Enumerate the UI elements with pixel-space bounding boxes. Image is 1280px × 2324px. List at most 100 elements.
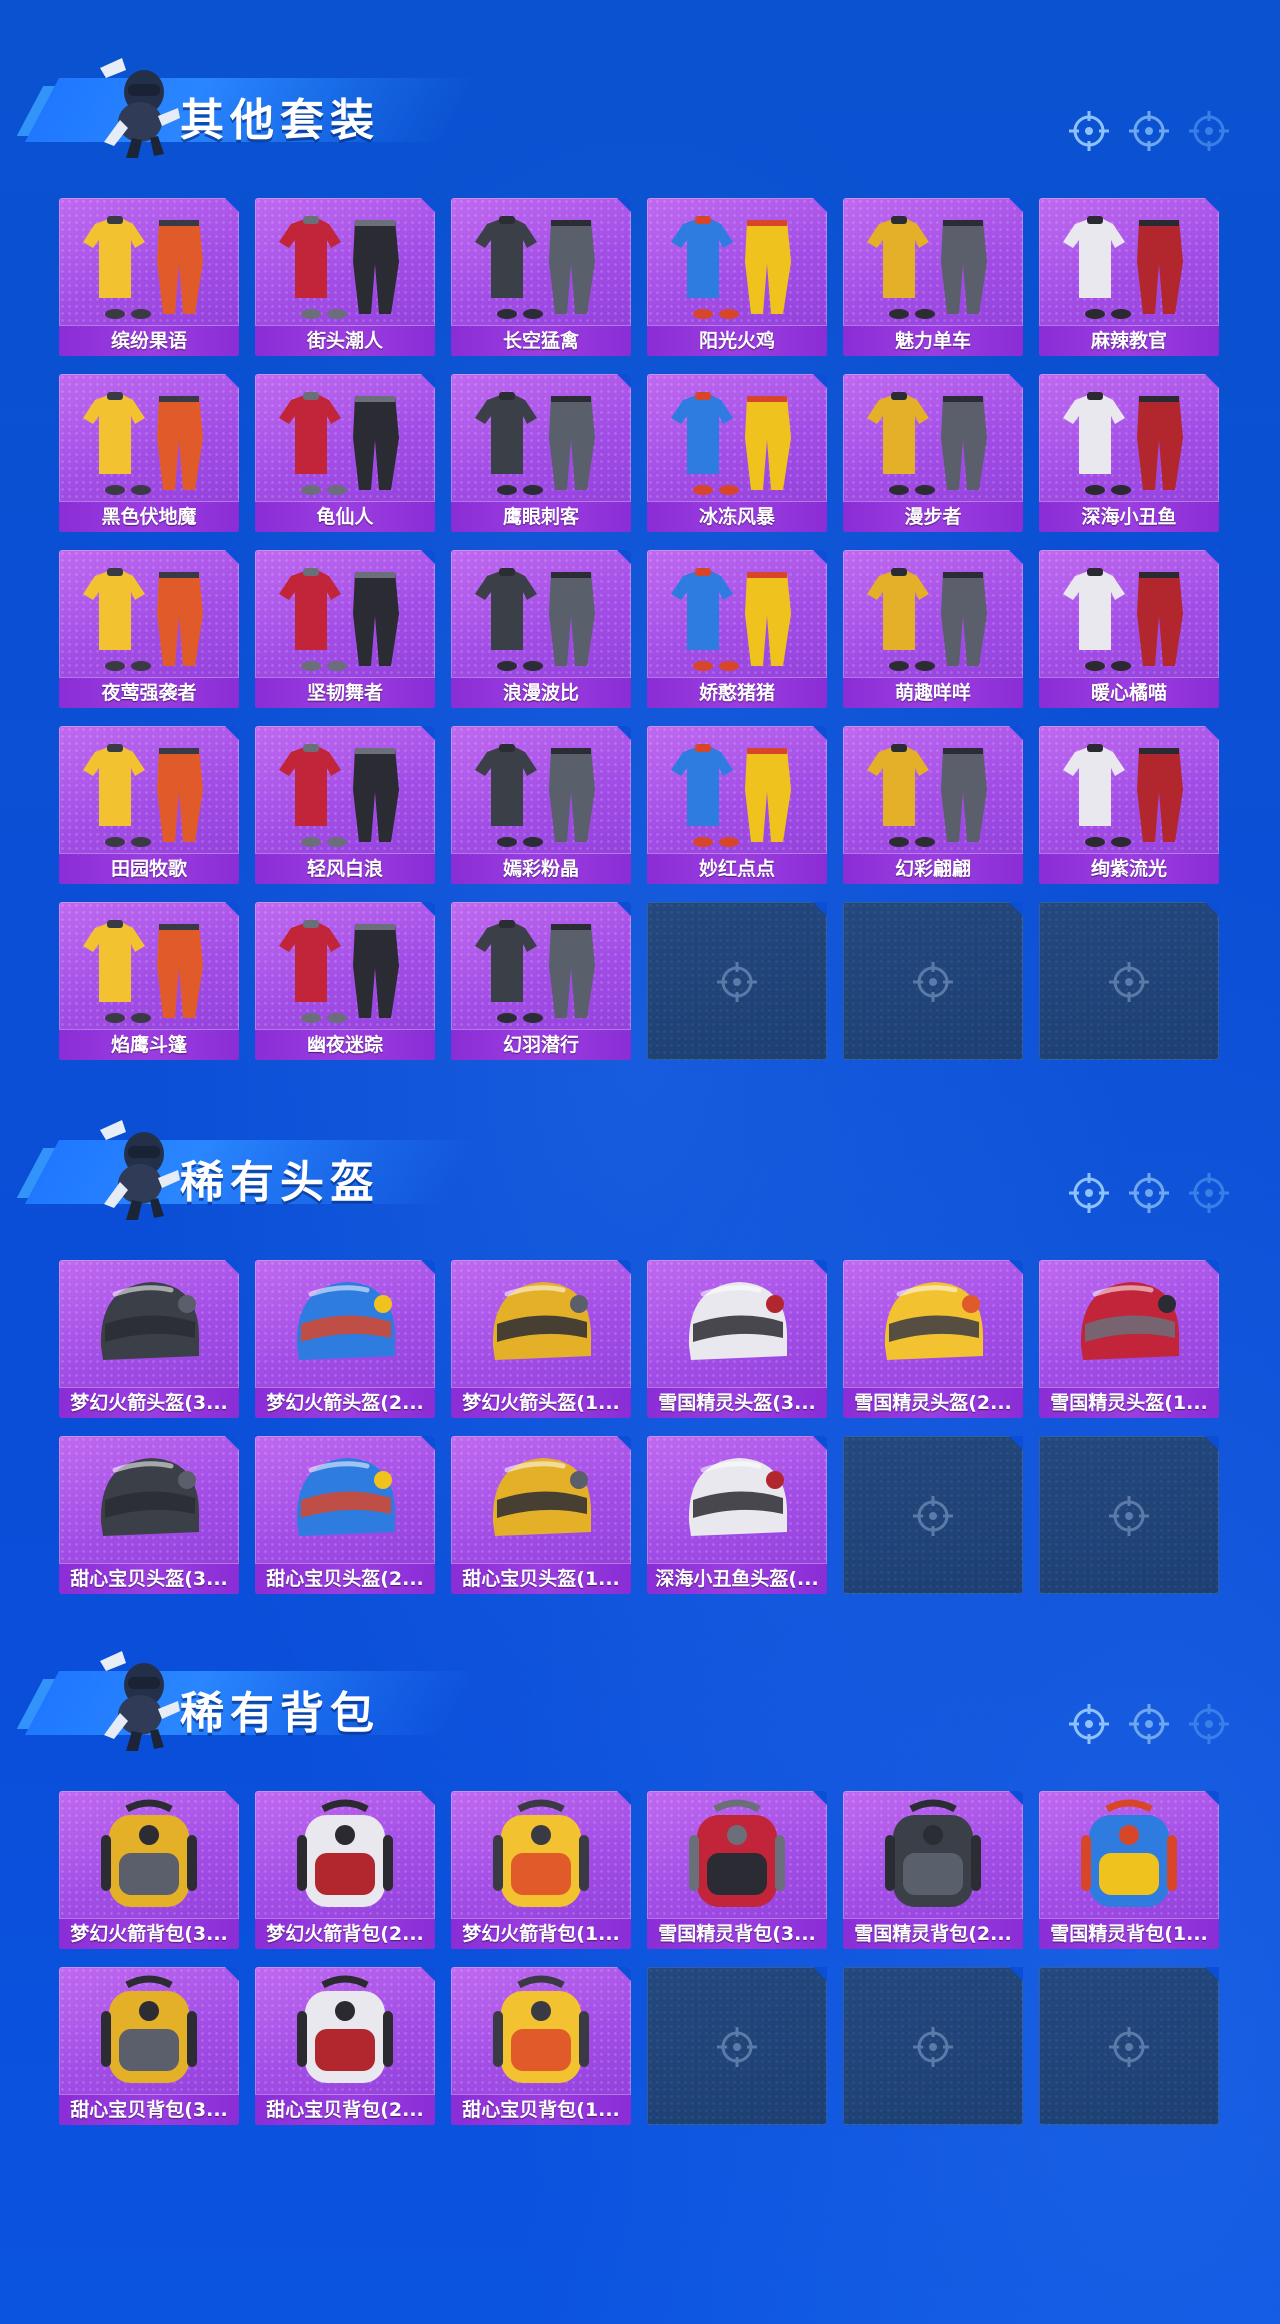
item-label: 梦幻火箭背包(2...: [255, 1918, 435, 1949]
backpack-image: [101, 1975, 197, 2083]
item-card[interactable]: 梦幻火箭头盔(2...: [255, 1260, 435, 1418]
outfit-image: [83, 744, 203, 847]
item-card[interactable]: 雪国精灵背包(2...: [843, 1791, 1023, 1949]
item-label: 夜莺强袭者: [59, 677, 239, 708]
item-card[interactable]: 甜心宝贝头盔(2...: [255, 1436, 435, 1594]
item-card[interactable]: 缤纷果语: [59, 198, 239, 356]
item-card[interactable]: 梦幻火箭头盔(1...: [451, 1260, 631, 1418]
item-label: 幽夜迷踪: [255, 1029, 435, 1060]
outfit-image: [867, 392, 987, 495]
item-card[interactable]: 甜心宝贝背包(1...: [451, 1967, 631, 2125]
item-label: 雪国精灵背包(2...: [843, 1918, 1023, 1949]
item-label: 龟仙人: [255, 501, 435, 532]
item-grid: 梦幻火箭头盔(3... 梦幻火箭头盔(2... 梦幻火箭头盔(1... 雪国精灵…: [59, 1260, 1219, 1594]
item-card[interactable]: 嫣彩粉晶: [451, 726, 631, 884]
crosshair-icon: [1066, 1170, 1112, 1216]
backpack-image: [101, 1799, 197, 1907]
item-label: 轻风白浪: [255, 853, 435, 884]
crosshair-decoration: [1066, 1170, 1232, 1216]
outfit-image: [475, 920, 595, 1023]
item-card[interactable]: 街头潮人: [255, 198, 435, 356]
outfit-image: [671, 744, 791, 847]
item-card[interactable]: 漫步者: [843, 374, 1023, 532]
section-rare-backpacks: 稀有背包 梦幻火箭背包(3... 梦幻火箭背包(2... 梦幻火箭背包(1...…: [0, 1643, 1280, 2143]
item-card[interactable]: 雪国精灵头盔(2...: [843, 1260, 1023, 1418]
item-label: 暖心橘喵: [1039, 677, 1219, 708]
empty-slot: [843, 902, 1023, 1060]
item-card[interactable]: 萌趣咩咩: [843, 550, 1023, 708]
item-card[interactable]: 甜心宝贝头盔(3...: [59, 1436, 239, 1594]
item-card[interactable]: 魅力单车: [843, 198, 1023, 356]
outfit-image: [1063, 568, 1183, 671]
item-card[interactable]: 妙红点点: [647, 726, 827, 884]
outfit-image: [279, 568, 399, 671]
item-card[interactable]: 绚紫流光: [1039, 726, 1219, 884]
crosshair-icon: [1109, 1496, 1149, 1536]
item-card[interactable]: 坚韧舞者: [255, 550, 435, 708]
outfit-image: [279, 744, 399, 847]
item-card[interactable]: 甜心宝贝背包(3...: [59, 1967, 239, 2125]
item-label: 黑色伏地魔: [59, 501, 239, 532]
item-label: 嫣彩粉晶: [451, 853, 631, 884]
outfit-image: [475, 744, 595, 847]
item-label: 浪漫波比: [451, 677, 631, 708]
item-card[interactable]: 黑色伏地魔: [59, 374, 239, 532]
helmet-image: [688, 1282, 788, 1360]
item-card[interactable]: 雪国精灵背包(3...: [647, 1791, 827, 1949]
outfit-image: [475, 568, 595, 671]
item-label: 娇憨猪猪: [647, 677, 827, 708]
section-header: 稀有背包: [16, 1643, 480, 1753]
item-card[interactable]: 娇憨猪猪: [647, 550, 827, 708]
crosshair-icon: [1126, 1701, 1172, 1747]
item-card[interactable]: 深海小丑鱼: [1039, 374, 1219, 532]
item-card[interactable]: 梦幻火箭背包(2...: [255, 1791, 435, 1949]
item-card[interactable]: 浪漫波比: [451, 550, 631, 708]
item-card[interactable]: 田园牧歌: [59, 726, 239, 884]
item-card[interactable]: 轻风白浪: [255, 726, 435, 884]
item-card[interactable]: 雪国精灵头盔(3...: [647, 1260, 827, 1418]
section-other-outfits: 其他套装 缤纷果语 街头潮人 长空猛禽 阳光火鸡 魅力单车 麻辣教官 黑色伏地魔…: [0, 50, 1280, 1080]
crosshair-icon: [1109, 2027, 1149, 2067]
item-card[interactable]: 焰鹰斗篷: [59, 902, 239, 1060]
item-card[interactable]: 冰冻风暴: [647, 374, 827, 532]
item-card[interactable]: 幻彩翩翩: [843, 726, 1023, 884]
item-label: 甜心宝贝背包(1...: [451, 2094, 631, 2125]
item-label: 雪国精灵头盔(3...: [647, 1387, 827, 1418]
helmet-image: [1080, 1282, 1180, 1360]
backpack-image: [1081, 1799, 1177, 1907]
item-card[interactable]: 深海小丑鱼头盔(...: [647, 1436, 827, 1594]
item-label: 梦幻火箭背包(3...: [59, 1918, 239, 1949]
item-label: 妙红点点: [647, 853, 827, 884]
item-card[interactable]: 麻辣教官: [1039, 198, 1219, 356]
item-label: 街头潮人: [255, 325, 435, 356]
outfit-image: [867, 568, 987, 671]
item-card[interactable]: 夜莺强袭者: [59, 550, 239, 708]
empty-slot: [1039, 1436, 1219, 1594]
item-card[interactable]: 甜心宝贝背包(2...: [255, 1967, 435, 2125]
item-label: 阳光火鸡: [647, 325, 827, 356]
item-card[interactable]: 梦幻火箭背包(3...: [59, 1791, 239, 1949]
backpack-image: [885, 1799, 981, 1907]
item-card[interactable]: 暖心橘喵: [1039, 550, 1219, 708]
parachute-mascot-icon: [100, 1651, 180, 1751]
item-card[interactable]: 鹰眼刺客: [451, 374, 631, 532]
helmet-image: [688, 1458, 788, 1536]
item-label: 梦幻火箭头盔(1...: [451, 1387, 631, 1418]
item-card[interactable]: 幽夜迷踪: [255, 902, 435, 1060]
helmet-image: [296, 1458, 396, 1536]
item-card[interactable]: 雪国精灵背包(1...: [1039, 1791, 1219, 1949]
item-card[interactable]: 阳光火鸡: [647, 198, 827, 356]
item-card[interactable]: 幻羽潜行: [451, 902, 631, 1060]
item-label: 雪国精灵头盔(1...: [1039, 1387, 1219, 1418]
helmet-image: [492, 1458, 592, 1536]
item-label: 甜心宝贝头盔(3...: [59, 1563, 239, 1594]
item-card[interactable]: 雪国精灵头盔(1...: [1039, 1260, 1219, 1418]
item-card[interactable]: 龟仙人: [255, 374, 435, 532]
outfit-image: [475, 392, 595, 495]
item-grid: 缤纷果语 街头潮人 长空猛禽 阳光火鸡 魅力单车 麻辣教官 黑色伏地魔 龟仙人 …: [59, 198, 1219, 1060]
item-label: 深海小丑鱼: [1039, 501, 1219, 532]
item-card[interactable]: 长空猛禽: [451, 198, 631, 356]
item-card[interactable]: 梦幻火箭背包(1...: [451, 1791, 631, 1949]
item-card[interactable]: 梦幻火箭头盔(3...: [59, 1260, 239, 1418]
item-card[interactable]: 甜心宝贝头盔(1...: [451, 1436, 631, 1594]
